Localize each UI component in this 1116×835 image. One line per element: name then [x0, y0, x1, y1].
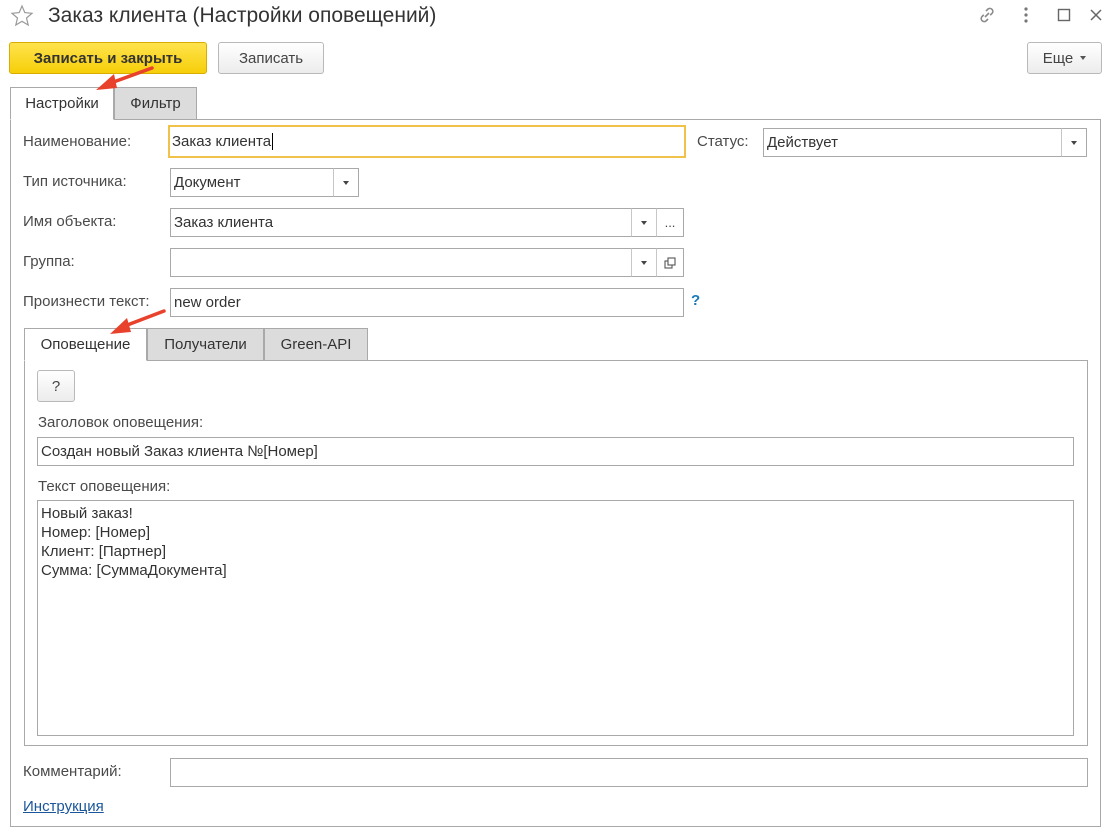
instruction-link[interactable]: Инструкция — [23, 798, 104, 815]
name-input-value: Заказ клиента — [172, 133, 272, 150]
source-type-label: Тип источника: — [23, 173, 127, 190]
tab-filter[interactable]: Фильтр — [114, 87, 197, 120]
comment-input[interactable] — [170, 758, 1088, 787]
object-name-dropdown-button[interactable] — [631, 208, 657, 237]
name-input[interactable]: Заказ клиента — [168, 125, 686, 158]
status-select[interactable]: Действует — [763, 128, 1063, 157]
status-dropdown-button[interactable] — [1061, 128, 1087, 157]
notification-text-area[interactable]: Новый заказ! Номер: [Номер] Клиент: [Пар… — [37, 500, 1074, 736]
source-type-select[interactable]: Документ — [170, 168, 334, 197]
source-type-dropdown-button[interactable] — [333, 168, 359, 197]
more-button[interactable]: Еще — [1027, 42, 1102, 74]
chevron-down-icon — [1071, 140, 1077, 145]
link-icon[interactable] — [976, 4, 998, 26]
maximize-icon[interactable] — [1053, 4, 1075, 26]
chevron-down-icon — [641, 220, 647, 225]
close-icon[interactable] — [1085, 4, 1107, 26]
star-icon[interactable] — [10, 4, 34, 28]
tab-settings[interactable]: Настройки — [10, 87, 114, 120]
object-name-input[interactable]: Заказ клиента — [170, 208, 632, 237]
tab-green-api[interactable]: Green-API — [264, 328, 368, 361]
object-name-browse-button[interactable]: ... — [656, 208, 684, 237]
help-icon[interactable]: ? — [691, 292, 700, 309]
save-and-close-button[interactable]: Записать и закрыть — [9, 42, 207, 74]
help-button[interactable]: ? — [37, 370, 75, 402]
window-title: Заказ клиента (Настройки оповещений) — [48, 4, 437, 27]
status-label: Статус: — [697, 133, 749, 150]
name-label: Наименование: — [23, 133, 132, 150]
group-input[interactable] — [170, 248, 632, 277]
tab-notification[interactable]: Оповещение — [24, 328, 147, 361]
speak-text-label: Произнести текст: — [23, 293, 150, 310]
group-dropdown-button[interactable] — [631, 248, 657, 277]
open-icon[interactable] — [656, 248, 684, 277]
object-name-label: Имя объекта: — [23, 213, 117, 230]
chevron-down-icon — [343, 180, 349, 185]
comment-label: Комментарий: — [23, 763, 122, 780]
notification-header-label: Заголовок оповещения: — [38, 414, 204, 431]
save-button[interactable]: Записать — [218, 42, 324, 74]
group-label: Группа: — [23, 253, 75, 270]
speak-text-input[interactable]: new order — [170, 288, 684, 317]
notification-header-input[interactable]: Создан новый Заказ клиента №[Номер] — [37, 437, 1074, 466]
chevron-down-icon — [1080, 56, 1087, 60]
chevron-down-icon — [641, 260, 647, 265]
more-button-label: Еще — [1042, 49, 1074, 67]
notification-text-label: Текст оповещения: — [38, 478, 171, 495]
more-vertical-icon[interactable] — [1015, 4, 1037, 26]
tab-recipients[interactable]: Получатели — [147, 328, 264, 361]
